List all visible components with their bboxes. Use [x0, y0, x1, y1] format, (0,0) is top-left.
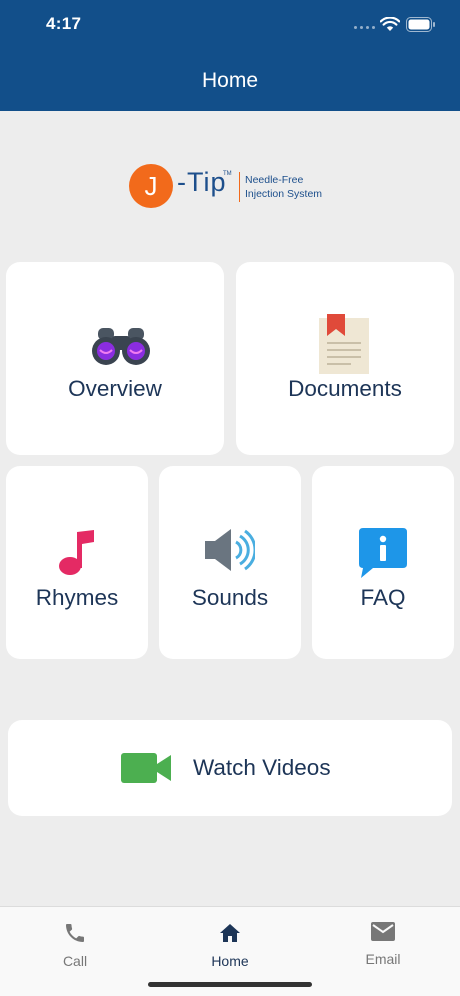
sounds-label: Sounds — [191, 585, 269, 610]
overview-label: Overview — [68, 376, 162, 401]
tab-home-label: Home — [211, 953, 249, 969]
documents-label: Documents — [288, 376, 402, 401]
binoculars-icon — [92, 328, 150, 365]
page-title: Home — [201, 69, 259, 92]
home-icon — [220, 924, 240, 942]
watch-videos-tile[interactable]: Watch Videos — [8, 720, 452, 816]
tab-home[interactable]: Home — [170, 907, 290, 987]
logo-tagline-2: Injection System — [245, 188, 323, 200]
logo-wordmark: -Tip — [177, 167, 227, 197]
tab-call[interactable]: Call — [15, 907, 135, 987]
speaker-icon — [205, 529, 255, 571]
logo-badge: J — [129, 164, 173, 208]
rhymes-label: Rhymes — [35, 585, 119, 610]
faq-label: FAQ — [360, 585, 406, 610]
watch-videos-label: Watch Videos — [193, 755, 331, 780]
faq-tile[interactable]: FAQ — [312, 466, 454, 659]
rhymes-tile[interactable]: Rhymes — [6, 466, 148, 659]
music-note-icon — [59, 530, 94, 575]
tab-email[interactable]: Email — [323, 907, 443, 987]
documents-tile[interactable]: Documents — [236, 262, 454, 455]
tab-email-label: Email — [365, 951, 401, 967]
jtip-logo: J -Tip TM Needle-Free Injection System — [129, 162, 339, 208]
tab-call-label: Call — [62, 953, 88, 969]
mail-icon — [371, 922, 395, 941]
signal-dots-icon — [354, 26, 375, 29]
sounds-tile[interactable]: Sounds — [159, 466, 301, 659]
document-icon — [319, 314, 369, 374]
video-camera-icon — [121, 753, 171, 783]
wifi-icon — [380, 17, 400, 31]
overview-tile[interactable]: Overview — [6, 262, 224, 455]
logo-tagline-1: Needle-Free — [245, 174, 304, 186]
status-time: 4:17 — [46, 14, 82, 33]
logo-trademark: TM — [223, 171, 232, 177]
app-header: 4:17 Home — [0, 0, 460, 111]
home-indicator — [148, 982, 312, 987]
battery-icon — [406, 17, 435, 32]
phone-icon — [66, 924, 84, 942]
info-chat-icon — [359, 528, 407, 578]
logo-divider — [239, 172, 240, 202]
